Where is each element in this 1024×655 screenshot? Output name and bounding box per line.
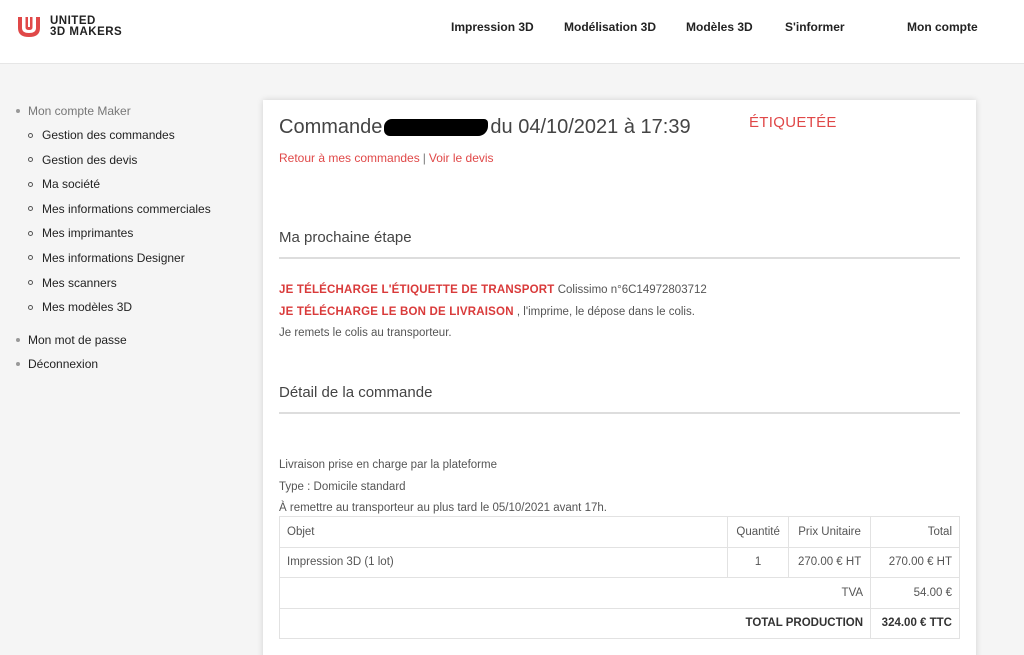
site-header: UNITED 3D MAKERS Impression 3D Modélisat…: [0, 0, 1024, 64]
step-handover: Je remets le colis au transporteur.: [279, 327, 452, 339]
sidebar-item-infos-commerciales[interactable]: Mes informations commerciales: [16, 202, 246, 216]
row-unit-price: 270.00 € HT: [788, 546, 872, 578]
sidebar-group-maker: Mon compte Maker: [16, 104, 246, 118]
step-delivery-note: JE TÉLÉCHARGE LE BON DE LIVRAISON , l'im…: [279, 302, 707, 324]
order-status-badge: ÉTIQUETÉE: [749, 114, 837, 131]
sidebar-item-label: Mes informations commerciales: [42, 201, 211, 216]
sidebar-item-ma-societe[interactable]: Ma société: [16, 177, 246, 191]
col-header-object: Objet: [278, 516, 729, 548]
sidebar-item-mot-de-passe[interactable]: Mon mot de passe: [16, 333, 246, 347]
circle-bullet-icon: [28, 132, 33, 138]
link-separator: |: [422, 151, 426, 165]
sidebar-item-label: Mon mot de passe: [28, 333, 127, 348]
download-label-link[interactable]: JE TÉLÉCHARGE L'ÉTIQUETTE DE TRANSPORT: [279, 284, 555, 296]
sidebar-item-gestion-devis[interactable]: Gestion des devis: [16, 153, 246, 167]
bullet-icon: [16, 338, 20, 343]
sidebar-item-modeles-3d[interactable]: Mes modèles 3D: [16, 300, 246, 314]
circle-bullet-icon: [28, 304, 33, 310]
row-object: Impression 3D (1 lot): [278, 546, 729, 578]
sidebar-group-label: Mon compte Maker: [28, 104, 131, 118]
order-items-table: Objet Quantité Prix Unitaire Total Impre…: [278, 516, 960, 639]
step-label: JE TÉLÉCHARGE L'ÉTIQUETTE DE TRANSPORT C…: [279, 280, 707, 302]
next-step-title: Ma prochaine étape: [279, 229, 412, 246]
order-card: Commande du 04/10/2021 à 17:39 ÉTIQUETÉE…: [263, 100, 976, 655]
bullet-icon: [16, 109, 20, 113]
tva-row: TVA 54.00 €: [278, 577, 960, 609]
circle-bullet-icon: [28, 157, 33, 163]
nav-sinformer[interactable]: S'informer: [785, 20, 845, 34]
sidebar-item-label: Mes imprimantes: [42, 226, 134, 241]
back-to-orders-link[interactable]: Retour à mes commandes: [279, 151, 420, 165]
nav-modeles-3d[interactable]: Modèles 3D: [686, 20, 753, 34]
sidebar-item-deconnexion[interactable]: Déconnexion: [16, 357, 246, 371]
row-qty: 1: [727, 546, 790, 578]
order-detail-title: Détail de la commande: [279, 384, 433, 401]
order-title-date: du 04/10/2021 à 17:39: [490, 115, 691, 138]
circle-bullet-icon: [28, 255, 33, 261]
shipping-info: Livraison prise en charge par la platefo…: [279, 455, 607, 520]
total-label: TOTAL PRODUCTION: [278, 607, 872, 639]
next-step-instructions: JE TÉLÉCHARGE L'ÉTIQUETTE DE TRANSPORT C…: [279, 280, 707, 345]
tva-label: TVA: [278, 577, 872, 609]
sidebar-item-label: Déconnexion: [28, 357, 99, 372]
nav-impression-3d[interactable]: Impression 3D: [451, 20, 534, 34]
tracking-number: Colissimo n°6C14972803712: [557, 284, 707, 296]
nav-modelisation-3d[interactable]: Modélisation 3D: [564, 20, 656, 34]
sidebar-item-label: Mes scanners: [42, 275, 117, 290]
section-divider: [279, 412, 960, 414]
circle-bullet-icon: [28, 280, 33, 286]
download-delivery-note-link[interactable]: JE TÉLÉCHARGE LE BON DE LIVRAISON: [279, 306, 514, 318]
bullet-icon: [16, 362, 20, 367]
total-row: TOTAL PRODUCTION 324.00 € TTC: [278, 607, 960, 639]
sidebar-item-label: Mes modèles 3D: [42, 300, 133, 315]
sidebar-item-label: Gestion des devis: [42, 152, 138, 167]
order-title: Commande du 04/10/2021 à 17:39: [279, 115, 691, 139]
account-sidebar: Mon compte Maker Gestion des commandes G…: [16, 104, 246, 381]
tva-value: 54.00 €: [870, 577, 960, 609]
total-value: 324.00 € TTC: [870, 607, 960, 639]
order-title-prefix: Commande: [279, 115, 383, 138]
col-header-unit-price: Prix Unitaire: [788, 516, 872, 548]
shipping-method: Livraison prise en charge par la platefo…: [279, 459, 497, 471]
nav-mon-compte[interactable]: Mon compte: [907, 20, 978, 34]
shipping-type: Type : Domicile standard: [279, 480, 406, 493]
sidebar-item-imprimantes[interactable]: Mes imprimantes: [16, 226, 246, 240]
row-total: 270.00 € HT: [870, 546, 960, 578]
redacted-order-number: [384, 118, 489, 136]
view-quote-link[interactable]: Voir le devis: [429, 151, 494, 165]
sidebar-item-scanners[interactable]: Mes scanners: [16, 276, 246, 290]
sidebar-item-label: Gestion des commandes: [42, 128, 175, 142]
circle-bullet-icon: [28, 181, 33, 187]
table-row: Impression 3D (1 lot) 1 270.00 € HT 270.…: [278, 546, 960, 578]
table-header-row: Objet Quantité Prix Unitaire Total: [278, 516, 960, 548]
circle-bullet-icon: [28, 230, 33, 236]
circle-bullet-icon: [28, 206, 33, 212]
col-header-total: Total: [870, 516, 960, 548]
col-header-qty: Quantité: [727, 516, 790, 548]
sidebar-item-gestion-commandes[interactable]: Gestion des commandes: [16, 128, 246, 142]
sidebar-item-label: Mes informations Designer: [42, 250, 185, 265]
sidebar-item-label: Ma société: [42, 177, 101, 192]
sidebar-item-infos-designer[interactable]: Mes informations Designer: [16, 251, 246, 265]
main-nav: Impression 3D Modélisation 3D Modèles 3D…: [0, 20, 1024, 36]
order-links: Retour à mes commandes | Voir le devis: [279, 151, 494, 165]
section-divider: [279, 257, 960, 259]
delivery-note-text: , l'imprime, le dépose dans le colis.: [516, 305, 695, 318]
